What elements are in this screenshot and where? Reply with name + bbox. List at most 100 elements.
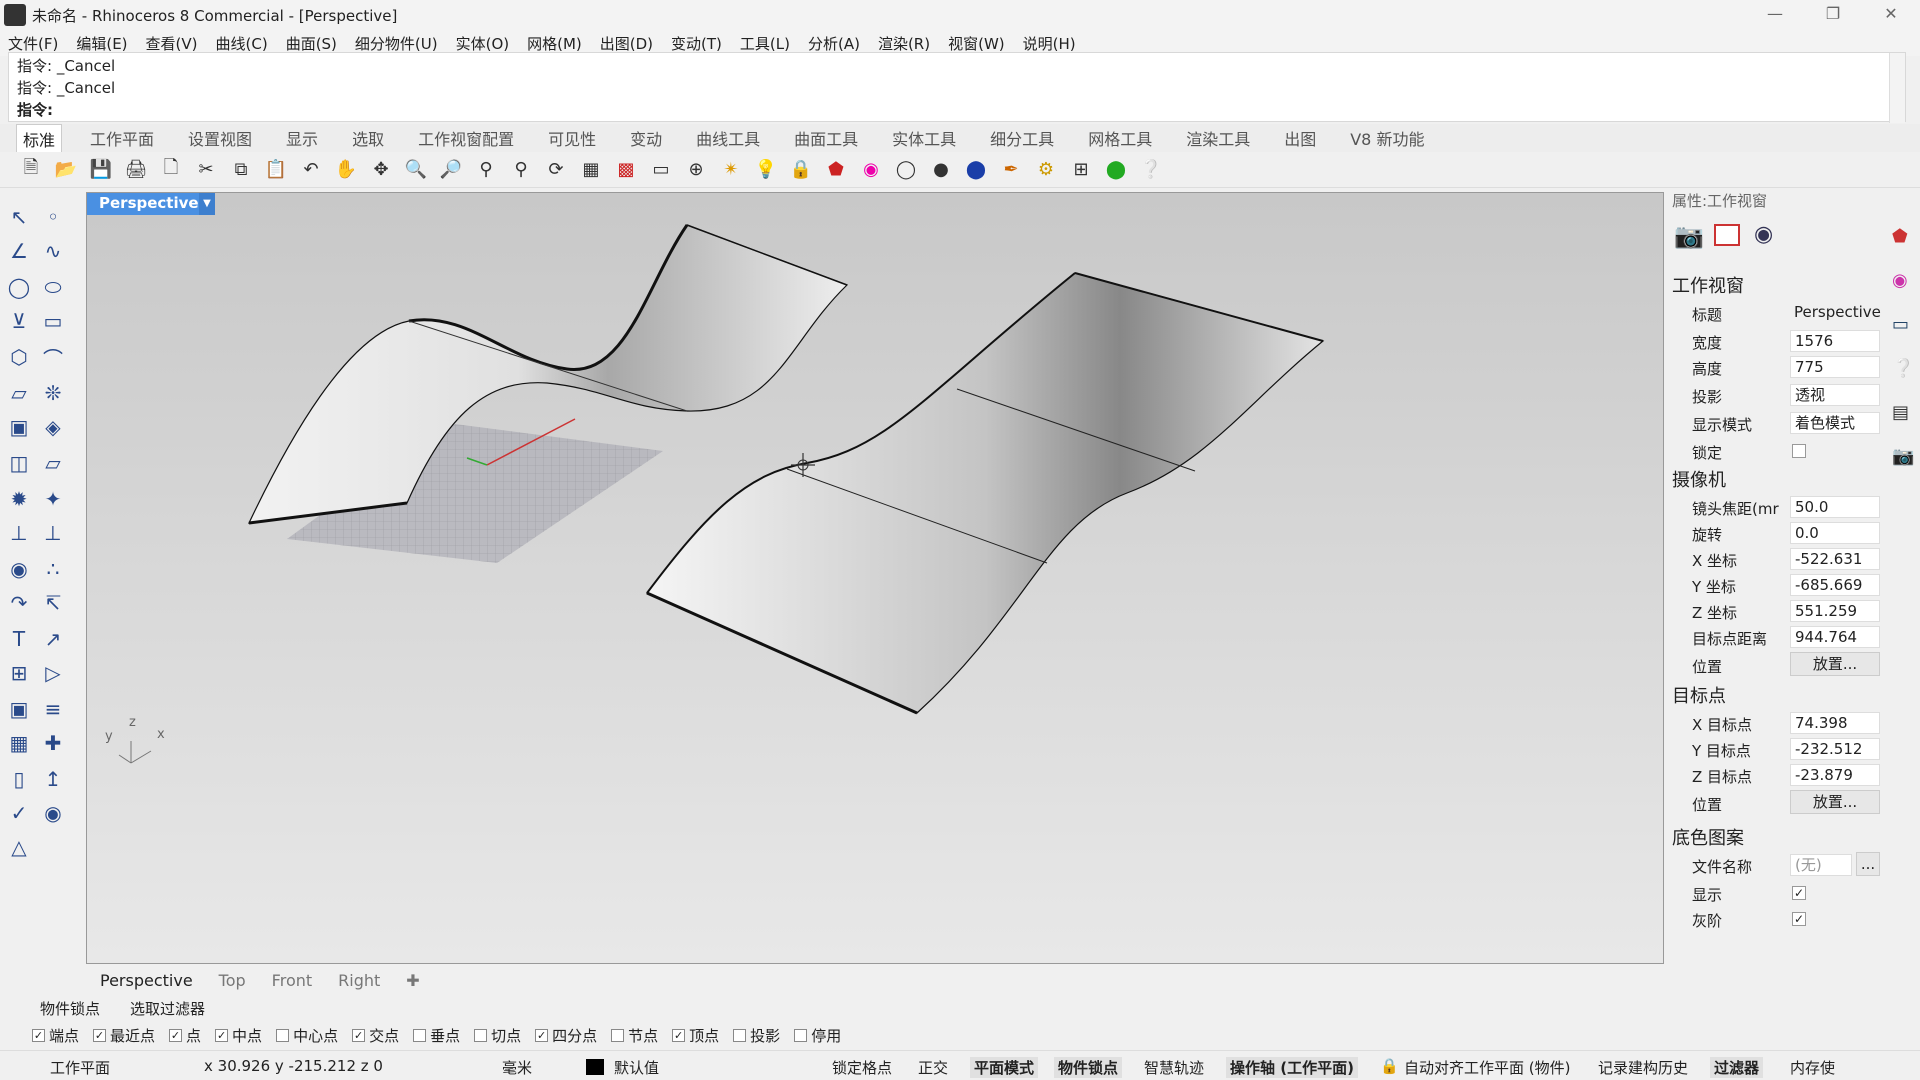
ellipse-icon[interactable]: ⬭ [38,272,68,302]
gumball-icon[interactable]: ✚ [38,728,68,758]
height-field[interactable]: 775 [1790,356,1880,378]
shapes-icon[interactable]: ◉ [38,798,68,828]
menu-curve[interactable]: 曲线(C) [216,33,268,54]
circle-icon[interactable]: ◯ [4,272,34,302]
tab-front[interactable]: Front [272,971,312,990]
add-viewport-icon[interactable]: ✚ [406,971,419,990]
layer-color-swatch[interactable] [586,1059,604,1075]
camera-y-field[interactable]: -685.669 [1790,574,1880,596]
toggle-ortho[interactable]: 正交 [918,1057,948,1078]
restore-icon[interactable]: ❐ [1804,0,1862,30]
tab-drafting[interactable]: 出图 [1278,124,1322,152]
menu-render[interactable]: 渲染(R) [878,33,930,54]
fillet-curve-icon[interactable]: ⌒ [38,342,68,372]
osnap-checkbox[interactable] [733,1028,747,1042]
toggle-gumball[interactable]: 操作轴 (工作平面) [1226,1057,1358,1078]
tab-solid-tools[interactable]: 实体工具 [886,124,962,152]
osnap-intersection[interactable]: ✓ 交点 [352,1025,399,1046]
toggle-smarttrack[interactable]: 智慧轨迹 [1144,1057,1204,1078]
wallpaper-file-field[interactable]: (无) [1790,854,1852,876]
sphere-render-icon[interactable]: ⬤ [963,157,989,183]
tab-select[interactable]: 选取 [346,124,390,152]
materials-tab-icon[interactable]: ◉ [1892,270,1908,291]
target-y-field[interactable]: -232.512 [1790,738,1880,760]
osnap-center[interactable]: 中心点 [276,1025,338,1046]
camera-icon[interactable]: 📷 [1674,222,1704,250]
grayscale-checkbox[interactable]: ✓ [1792,912,1806,926]
grid-snap-icon[interactable]: ⊞ [1068,157,1094,183]
projection-select[interactable]: 透视 [1790,384,1880,406]
show-wallpaper-checkbox[interactable]: ✓ [1792,886,1806,900]
chevron-down-icon[interactable]: ▼ [199,193,215,215]
osnap-project[interactable]: 投影 [733,1025,780,1046]
save-icon[interactable]: 💾 [88,157,114,183]
camera-x-field[interactable]: -522.631 [1790,548,1880,570]
menu-tools[interactable]: 工具(L) [740,33,790,54]
tab-transform[interactable]: 变动 [624,124,668,152]
arc-icon[interactable]: ⊻ [4,306,34,336]
tab-set-view[interactable]: 设置视图 [182,124,258,152]
check-icon[interactable]: ✓ [4,798,34,828]
osnap-near[interactable]: ✓ 最近点 [93,1025,155,1046]
command-scrollbar[interactable] [1889,53,1905,123]
split-icon[interactable]: ⊥ [4,518,34,548]
osnap-checkbox[interactable] [413,1028,427,1042]
flow-icon[interactable]: ↥ [38,764,68,794]
menu-drafting[interactable]: 出图(D) [600,33,653,54]
tab-mesh-tools[interactable]: 网格工具 [1082,124,1158,152]
lens-length-field[interactable]: 50.0 [1790,496,1880,518]
plane-icon[interactable]: ▱ [38,448,68,478]
osnap-end[interactable]: ✓ 端点 [32,1025,79,1046]
camera-z-field[interactable]: 551.259 [1790,600,1880,622]
open-file-icon[interactable]: 📂 [53,157,79,183]
menu-analyze[interactable]: 分析(A) [808,33,860,54]
osnap-checkbox[interactable] [794,1028,808,1042]
named-views-tab-icon[interactable]: 📷 [1892,446,1914,467]
fillet-icon[interactable]: ↸ [38,588,68,618]
copy-icon[interactable]: ⧉ [228,157,254,183]
menu-transform[interactable]: 变动(T) [671,33,722,54]
place-target-button[interactable]: 放置... [1790,790,1880,814]
browse-button[interactable]: ... [1856,852,1880,876]
loft-icon[interactable]: ❊ [38,378,68,408]
polygon-icon[interactable]: ⬡ [4,342,34,372]
toggle-autoalign-cplane[interactable]: 自动对齐工作平面 (物件) [1404,1057,1570,1078]
tab-standard[interactable]: 标准 [16,123,63,153]
array-icon[interactable]: ⊞ [4,658,34,688]
lock-icon[interactable]: 🔒 [788,157,814,183]
print-icon[interactable]: 🖨 [123,157,149,183]
pan-hand-icon[interactable]: ✋ [333,157,359,183]
viewport-perspective[interactable]: y z x Perspective ▼ [86,192,1664,964]
paint-icon[interactable]: △ [4,832,34,862]
zoom-selected-icon[interactable]: ⚲ [508,157,534,183]
box-icon[interactable]: ▣ [4,412,34,442]
osnap-checkbox[interactable]: ✓ [672,1028,686,1042]
toggle-record-history[interactable]: 记录建构历史 [1598,1057,1688,1078]
grid-array-icon[interactable]: ▦ [4,728,34,758]
osnap-checkbox[interactable]: ✓ [535,1028,549,1042]
curve-network-icon[interactable]: ▯ [4,764,34,794]
tab-cplanes[interactable]: 工作平面 [84,124,160,152]
tab-viewport-layout[interactable]: 工作视窗配置 [412,124,520,152]
status-cplane[interactable]: 工作平面 [50,1057,110,1078]
osnap-knot[interactable]: 节点 [611,1025,658,1046]
zoom-window-icon[interactable]: 🔎 [438,157,464,183]
tab-display[interactable]: 显示 [280,124,324,152]
cut-icon[interactable]: ✂ [193,157,219,183]
target-z-field[interactable]: -23.879 [1790,764,1880,786]
target-x-field[interactable]: 74.398 [1790,712,1880,734]
rotate-icon[interactable]: ⟳ [543,157,569,183]
osnap-disable[interactable]: 停用 [794,1025,841,1046]
zoom-icon[interactable]: 🔍 [403,157,429,183]
new-file-icon[interactable]: 🗎 [18,157,44,183]
menu-panels[interactable]: 视窗(W) [948,33,1005,54]
osnap-checkbox[interactable]: ✓ [32,1028,45,1042]
display-tab-icon[interactable]: ▭ [1892,314,1909,335]
tab-perspective[interactable]: Perspective [100,971,193,990]
toggle-filter[interactable]: 过滤器 [1710,1057,1764,1078]
help-icon[interactable]: ❔ [1138,157,1164,183]
close-icon[interactable]: ✕ [1862,0,1920,30]
color-wheel-icon[interactable]: ◉ [858,157,884,183]
join-icon[interactable]: ⊥ [38,518,68,548]
display-mode-icon[interactable]: ◉ [1754,222,1773,247]
